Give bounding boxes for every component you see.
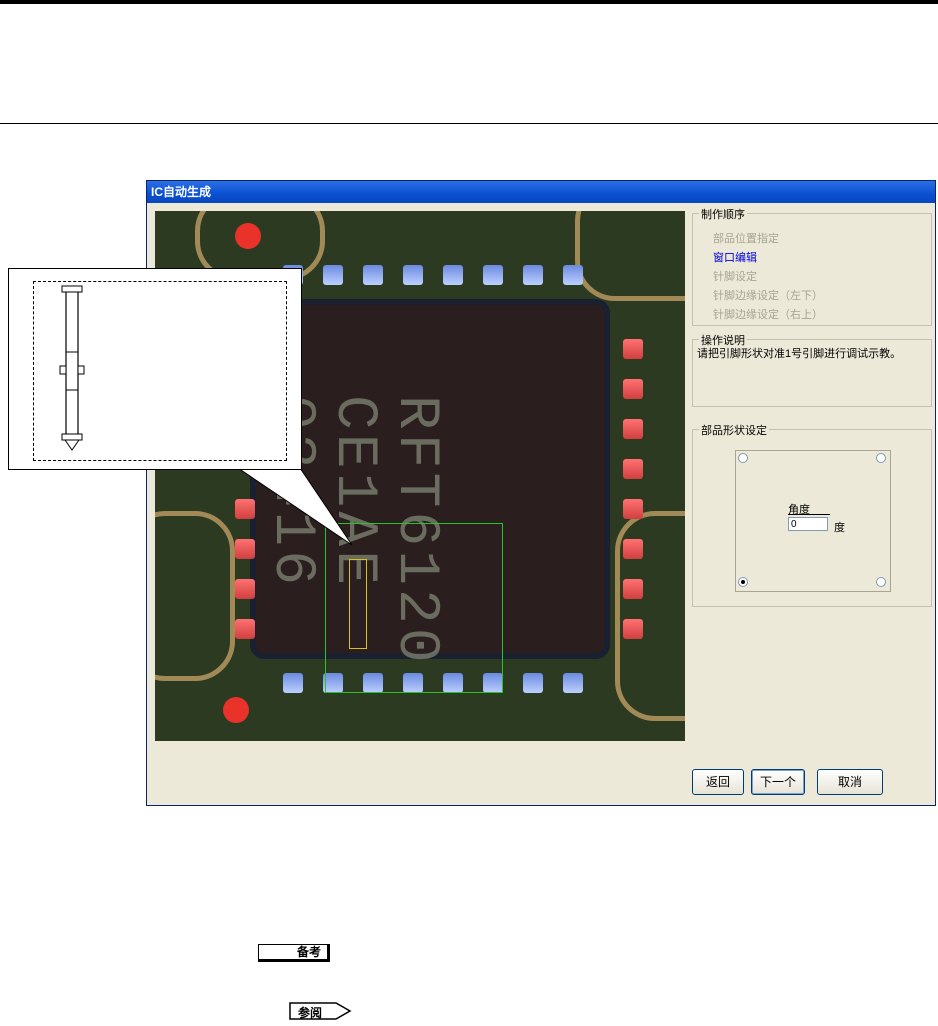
procedure-title: 制作顺序 bbox=[699, 206, 747, 222]
ic-pad bbox=[323, 265, 343, 285]
reference-label: 参阅 bbox=[298, 1006, 323, 1020]
ic-pad bbox=[523, 673, 543, 693]
ic-pad bbox=[623, 339, 643, 359]
ic-pad bbox=[623, 459, 643, 479]
ic-pad bbox=[403, 265, 423, 285]
ic-pad bbox=[563, 673, 583, 693]
procedure-group: 制作顺序 部品位置指定 窗口编辑 针脚设定 针脚边缘设定（左下） 针脚边缘设定（… bbox=[692, 206, 932, 326]
instructions-title: 操作说明 bbox=[699, 332, 747, 348]
corner-radio-bottom-right[interactable] bbox=[876, 577, 886, 587]
ic-pad bbox=[523, 265, 543, 285]
ic-pad bbox=[623, 539, 643, 559]
corner-radio-bottom-left[interactable] bbox=[738, 577, 748, 587]
ic-pad bbox=[623, 619, 643, 639]
window-title: IC自动生成 bbox=[147, 181, 935, 203]
ic-pad bbox=[623, 379, 643, 399]
ic-pad bbox=[235, 619, 255, 639]
pin-shape-outline[interactable] bbox=[349, 559, 367, 649]
red-fiducial bbox=[223, 697, 249, 723]
ic-pad bbox=[235, 499, 255, 519]
ic-pad bbox=[235, 579, 255, 599]
corner-radio-top-right[interactable] bbox=[876, 453, 886, 463]
step-window-edit: 窗口编辑 bbox=[713, 252, 757, 264]
corner-selector: 角度 0 度 bbox=[735, 450, 891, 592]
ic-pad bbox=[623, 579, 643, 599]
ic-pad bbox=[283, 673, 303, 693]
back-button[interactable]: 返回 bbox=[692, 769, 744, 795]
cancel-button[interactable]: 取消 bbox=[817, 769, 883, 795]
angle-input[interactable]: 0 bbox=[788, 517, 828, 531]
ic-pad bbox=[443, 265, 463, 285]
crystal-shape-group: 部品形状设定 角度 0 度 bbox=[692, 422, 932, 607]
instructions-text: 请把引脚形状对准1号引脚进行调试示教。 bbox=[697, 348, 902, 360]
header-rule bbox=[0, 123, 938, 124]
angle-label-underline bbox=[788, 514, 830, 515]
pcb-trace bbox=[155, 511, 235, 681]
instructions-group: 操作说明 请把引脚形状对准1号引脚进行调试示教。 bbox=[692, 332, 932, 407]
red-fiducial bbox=[235, 223, 261, 249]
corner-radio-top-left[interactable] bbox=[738, 453, 748, 463]
crystal-shape-title: 部品形状设定 bbox=[699, 422, 769, 438]
ic-pad bbox=[623, 419, 643, 439]
zoom-callout bbox=[8, 268, 302, 470]
pin-shape-zoom-icon bbox=[59, 285, 85, 451]
top-rule bbox=[0, 0, 938, 4]
step-part-position: 部品位置指定 bbox=[713, 233, 779, 245]
note-label: 备考 bbox=[258, 944, 330, 962]
ic-pad bbox=[623, 499, 643, 519]
step-pin-edge-top-right: 针脚边缘设定（右上） bbox=[713, 309, 823, 321]
callout-frame bbox=[33, 281, 287, 461]
step-pin-setting: 针脚设定 bbox=[713, 271, 757, 283]
ic-pad bbox=[483, 265, 503, 285]
ic-pad bbox=[235, 539, 255, 559]
ic-pad bbox=[563, 265, 583, 285]
pcb-trace bbox=[575, 211, 685, 301]
step-pin-edge-bottom-left: 针脚边缘设定（左下） bbox=[713, 290, 823, 302]
angle-unit: 度 bbox=[834, 522, 845, 534]
next-button[interactable]: 下一个 bbox=[751, 769, 805, 795]
ic-pad bbox=[363, 265, 383, 285]
